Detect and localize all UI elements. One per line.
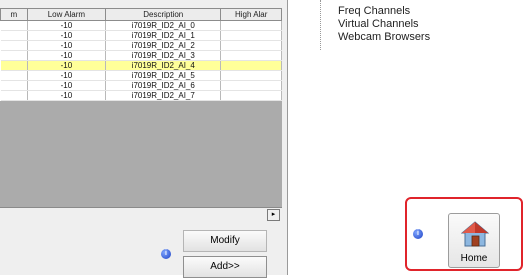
- tree-connector: [320, 0, 322, 50]
- cell-description[interactable]: i7019R_ID2_AI_6: [105, 80, 222, 91]
- table-row[interactable]: -10 i7019R_ID2_AI_5: [0, 70, 282, 81]
- modify-button[interactable]: Modify: [183, 230, 267, 252]
- cell-description[interactable]: i7019R_ID2_AI_5: [105, 70, 222, 81]
- column-header-low-alarm[interactable]: Low Alarm: [26, 8, 107, 21]
- cell-description[interactable]: i7019R_ID2_AI_4: [105, 60, 222, 71]
- cell-description[interactable]: i7019R_ID2_AI_0: [105, 20, 222, 31]
- cell-col0[interactable]: [0, 50, 28, 61]
- cell-low-alarm[interactable]: -10: [27, 60, 107, 71]
- cell-description[interactable]: i7019R_ID2_AI_1: [105, 30, 222, 41]
- channel-grid: m Low Alarm Description High Alar -10 i70…: [0, 8, 282, 208]
- cell-high-alarm[interactable]: [220, 90, 282, 101]
- cell-col0[interactable]: [0, 60, 28, 71]
- home-button-label: Home: [460, 253, 488, 264]
- column-header-description[interactable]: Description: [105, 8, 222, 21]
- info-icon: i: [413, 229, 423, 239]
- cell-col0[interactable]: [0, 30, 28, 41]
- cell-description[interactable]: i7019R_ID2_AI_3: [105, 50, 222, 61]
- table-row[interactable]: -10 i7019R_ID2_AI_0: [0, 20, 282, 31]
- table-row[interactable]: -10 i7019R_ID2_AI_2: [0, 40, 282, 51]
- tree-item-webcam-browsers[interactable]: Webcam Browsers: [338, 31, 430, 43]
- channel-list-pane: m Low Alarm Description High Alar -10 i70…: [0, 0, 288, 278]
- table-row[interactable]: -10 i7019R_ID2_AI_4: [0, 60, 282, 71]
- cell-col0[interactable]: [0, 80, 28, 91]
- cell-low-alarm[interactable]: -10: [27, 40, 107, 51]
- cell-low-alarm[interactable]: -10: [27, 50, 107, 61]
- tree-item-freq-channels[interactable]: Freq Channels: [338, 5, 410, 17]
- cell-high-alarm[interactable]: [220, 50, 282, 61]
- table-header-row: m Low Alarm Description High Alar: [0, 8, 282, 21]
- cell-low-alarm[interactable]: -10: [27, 80, 107, 91]
- cell-high-alarm[interactable]: [220, 20, 282, 31]
- table-row[interactable]: -10 i7019R_ID2_AI_1: [0, 30, 282, 41]
- cell-high-alarm[interactable]: [220, 70, 282, 81]
- cell-low-alarm[interactable]: -10: [27, 70, 107, 81]
- cell-col0[interactable]: [0, 40, 28, 51]
- cell-description[interactable]: i7019R_ID2_AI_7: [105, 90, 222, 101]
- cell-low-alarm[interactable]: -10: [27, 20, 107, 31]
- cell-col0[interactable]: [0, 90, 28, 101]
- home-button[interactable]: Home: [448, 213, 500, 268]
- table-row[interactable]: -10 i7019R_ID2_AI_6: [0, 80, 282, 91]
- column-header[interactable]: m: [0, 8, 28, 21]
- cell-low-alarm[interactable]: -10: [27, 90, 107, 101]
- cell-high-alarm[interactable]: [220, 60, 282, 71]
- cell-high-alarm[interactable]: [220, 80, 282, 91]
- info-icon: i: [161, 249, 171, 259]
- cell-high-alarm[interactable]: [220, 30, 282, 41]
- cell-col0[interactable]: [0, 70, 28, 81]
- cell-description[interactable]: i7019R_ID2_AI_2: [105, 40, 222, 51]
- scroll-right-arrow[interactable]: ▸: [267, 209, 280, 221]
- table-row[interactable]: -10 i7019R_ID2_AI_3: [0, 50, 282, 61]
- channel-table: m Low Alarm Description High Alar -10 i70…: [0, 8, 282, 101]
- column-header-high-alarm[interactable]: High Alar: [220, 8, 282, 21]
- home-icon: [461, 221, 489, 247]
- tree-item-virtual-channels[interactable]: Virtual Channels: [338, 18, 419, 30]
- cell-low-alarm[interactable]: -10: [27, 30, 107, 41]
- cell-col0[interactable]: [0, 20, 28, 31]
- cell-high-alarm[interactable]: [220, 40, 282, 51]
- table-row[interactable]: -10 i7019R_ID2_AI_7: [0, 90, 282, 101]
